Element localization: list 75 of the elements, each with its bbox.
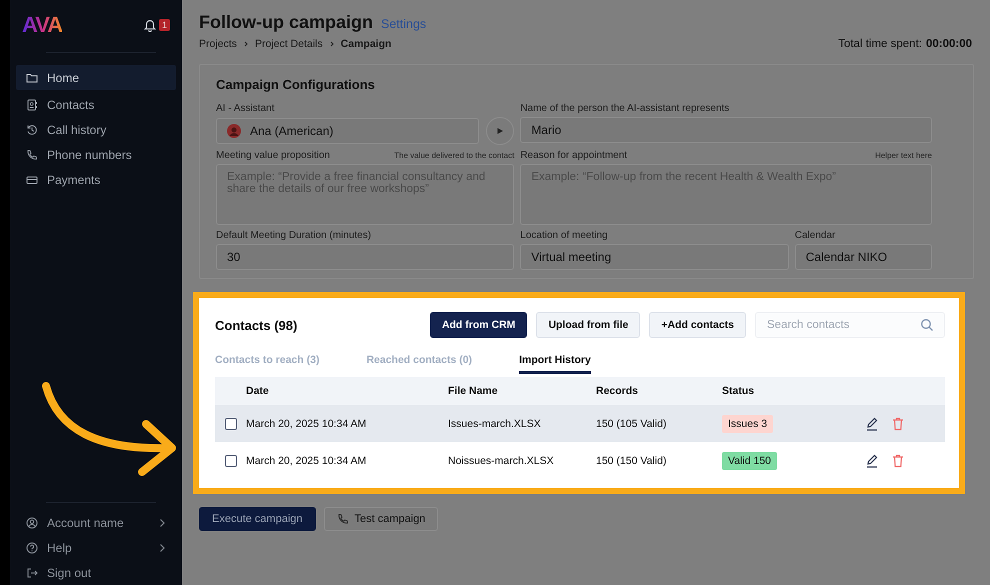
nav-item[interactable]: Payments — [16, 170, 176, 190]
breadcrumb-item[interactable]: Projects — [199, 38, 237, 50]
column-header: Status — [722, 385, 756, 397]
action-button[interactable]: Upload from file — [536, 312, 640, 338]
history-icon — [26, 124, 38, 136]
helper-text: Helper text here — [875, 151, 932, 160]
nav-item[interactable]: Contacts — [16, 95, 176, 115]
breadcrumb-item: Campaign — [340, 38, 392, 50]
checkbox[interactable] — [224, 454, 236, 466]
total-time-label: Total time spent: — [838, 38, 922, 50]
helper-text: The value delivered to the contact — [394, 151, 514, 160]
action-button[interactable]: Execute campaign — [199, 507, 316, 531]
field-label: Reason for appointment — [520, 150, 628, 161]
input-field[interactable]: Mario — [520, 117, 932, 143]
folder-icon — [26, 72, 38, 84]
nav-item[interactable]: Home — [16, 65, 176, 90]
table-cell-text: Issues-march.XLSX — [448, 418, 542, 430]
sidebar-menu-item[interactable]: Help — [16, 540, 176, 556]
chevron-right-icon — [242, 40, 249, 48]
avatar-icon — [227, 124, 241, 138]
search-field[interactable]: Search contacts — [755, 312, 945, 338]
play-button[interactable] — [486, 117, 514, 145]
sidebar-menu-item[interactable]: Sign out — [16, 565, 176, 581]
table-cell-text: 150 (150 Valid) — [596, 454, 668, 466]
page-title: Follow-up campaign — [199, 12, 373, 33]
field-label: Default Meeting Duration (minutes) — [216, 230, 372, 241]
breadcrumb-item[interactable]: Project Details — [254, 38, 323, 50]
notification-badge: 1 — [158, 19, 170, 31]
section-title: Campaign Configurations — [216, 77, 376, 92]
action-button[interactable]: +Add contacts — [649, 312, 746, 338]
bell-icon[interactable] — [142, 18, 157, 32]
action-button[interactable]: Test campaign — [324, 507, 438, 531]
edit-icon[interactable] — [865, 416, 879, 430]
table-cell-text: March 20, 2025 10:34 AM — [246, 454, 368, 466]
column-header: File Name — [448, 385, 499, 397]
table-cell-text: 150 (105 Valid) — [596, 418, 668, 430]
field-label: Meeting value proposition — [216, 150, 330, 161]
user-icon — [26, 517, 38, 529]
total-time-value: 00:00:00 — [926, 38, 972, 50]
column-header: Records — [596, 385, 640, 397]
sidebar-menu-item[interactable]: Account name — [16, 515, 176, 531]
phone-icon — [336, 513, 348, 525]
nav-item[interactable]: Phone numbers — [16, 145, 176, 165]
input-field[interactable]: Calendar NIKO — [794, 244, 932, 270]
search-icon — [920, 318, 934, 332]
table-row[interactable]: March 20, 2025 10:34 AM Noissues-march.XLSX 150 (150 Valid) Valid 150 — [215, 442, 945, 479]
table-row[interactable]: March 20, 2025 10:34 AM Issues-march.XLSX 150 (105 Valid) Issues 3 — [215, 405, 945, 442]
sign-out-icon — [26, 567, 38, 579]
nav-item[interactable]: Call history — [16, 120, 176, 140]
contact-card-icon — [26, 99, 38, 111]
input-field[interactable]: 30 — [216, 244, 514, 270]
play-icon — [496, 127, 504, 135]
credit-card-icon — [26, 174, 38, 186]
chevron-right-icon — [328, 40, 335, 48]
status-tag: Issues 3 — [722, 414, 774, 432]
input-field[interactable]: Virtual meeting — [520, 244, 789, 270]
table-cell-text: March 20, 2025 10:34 AM — [246, 418, 368, 430]
checkbox[interactable] — [224, 418, 236, 430]
edit-icon[interactable] — [865, 454, 879, 468]
tab[interactable]: Import History — [519, 351, 591, 374]
help-icon — [26, 542, 38, 554]
chevron-right-icon — [158, 543, 166, 553]
field-label: Location of meeting — [520, 230, 608, 241]
delete-icon[interactable] — [892, 454, 904, 468]
phone-icon — [26, 149, 38, 161]
field-label: Calendar — [794, 230, 836, 241]
field-label: AI - Assistant — [216, 103, 274, 114]
chevron-right-icon — [158, 518, 166, 528]
column-header: Date — [246, 385, 270, 397]
status-tag: Valid 150 — [722, 452, 778, 470]
section-title: Contacts (98) — [215, 318, 298, 332]
field-label: Name of the person the AI-assistant represents — [520, 103, 730, 114]
voice-select[interactable]: Ana (American) — [216, 118, 480, 144]
table-cell-text: Noissues-march.XLSX — [448, 454, 555, 466]
action-button[interactable]: Add from CRM — [430, 312, 528, 338]
